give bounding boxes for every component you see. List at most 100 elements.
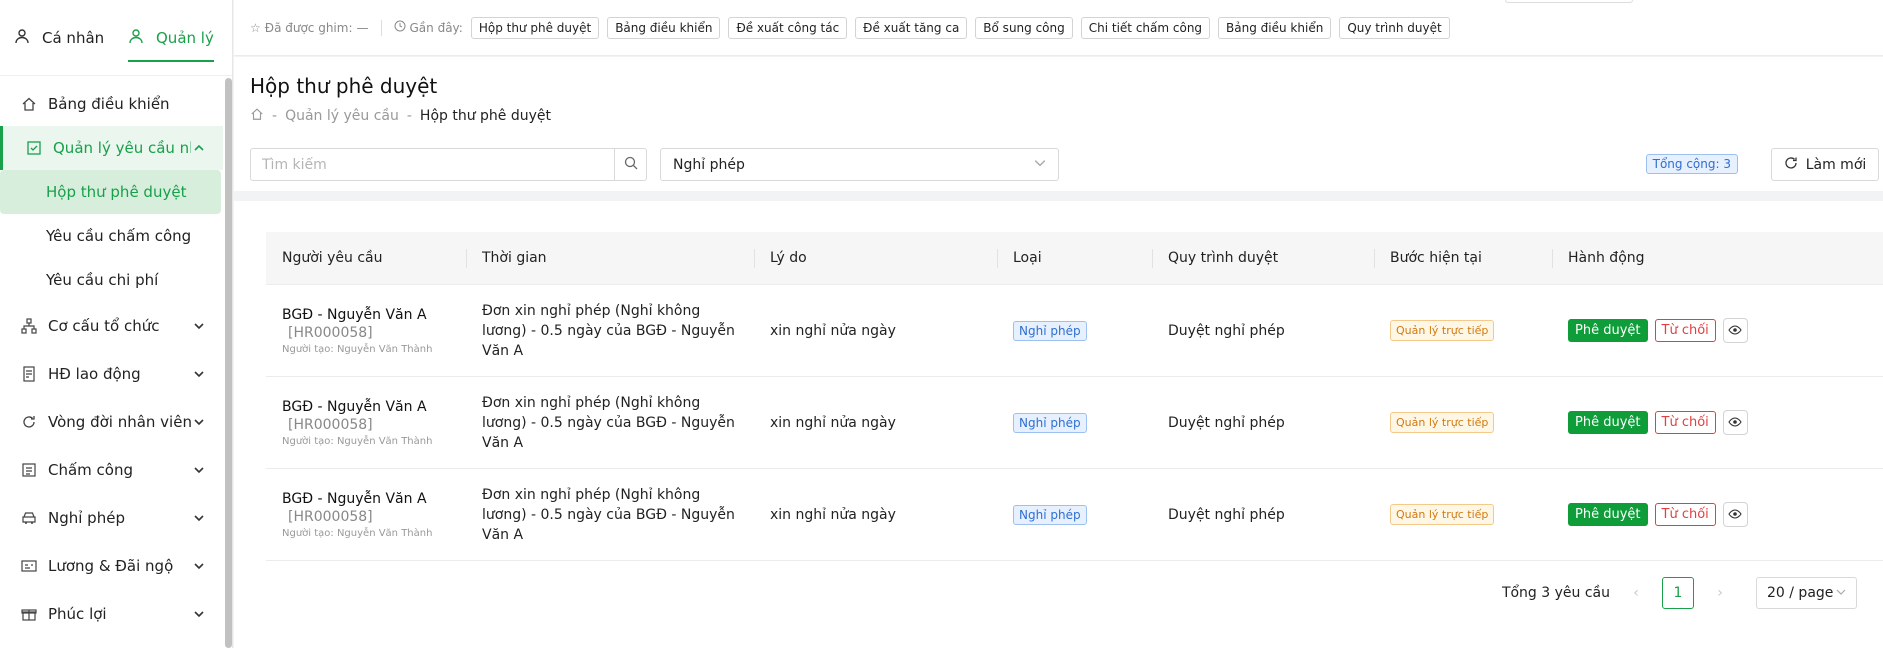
recent-chip[interactable]: Đề xuất công tác [728, 16, 848, 39]
view-button[interactable] [1722, 410, 1748, 435]
type-filter-select[interactable]: Nghỉ phép [660, 148, 1059, 181]
sidebar-menu: Bảng điều khiển Quản lý yêu cầu nh... Hộ… [0, 76, 223, 638]
breadcrumb-current: Hộp thư phê duyệt [419, 108, 552, 124]
recent-chip[interactable]: Chi tiết chấm công [1080, 16, 1211, 39]
sidebar-item-request-management[interactable]: Quản lý yêu cầu nh... [0, 126, 223, 170]
breadcrumb-separator: - [272, 108, 278, 124]
home-icon [20, 95, 38, 113]
flow-cell: Duyệt nghỉ phép [1168, 506, 1285, 523]
reject-button[interactable]: Từ chối [1654, 411, 1716, 434]
time-cell: Đơn xin nghỉ phép (Nghỉ không lương) - 0… [466, 301, 754, 361]
recent-section: Gần đây: [394, 20, 463, 35]
home-icon[interactable] [250, 107, 264, 125]
recent-chip[interactable]: Bảng điều khiển [1218, 16, 1332, 39]
car-icon [20, 509, 38, 527]
pinned-value: — [356, 20, 369, 35]
sidebar-item-label: Lương & Đãi ngộ [48, 557, 174, 575]
sidebar: Cá nhân Quản lý Bảng điều khiển Quản lý … [0, 0, 233, 648]
sidebar-item-timekeeping[interactable]: Chấm công [0, 446, 223, 494]
chevron-down-icon [191, 606, 207, 622]
approval-table: Người yêu cầu Thời gian Lý do Loại Quy t… [266, 232, 1883, 561]
total-count-badge: Tổng cộng: 3 [1645, 154, 1738, 174]
type-tag: Nghỉ phép [1013, 412, 1087, 433]
page-header: Hộp thư phê duyệt - Quản lý yêu cầu - Hộ… [234, 57, 1883, 191]
column-header: Người yêu cầu [282, 250, 383, 266]
sidebar-item-org-structure[interactable]: Cơ cấu tổ chức [0, 302, 223, 350]
chevron-down-icon [191, 366, 207, 382]
reject-button[interactable]: Từ chối [1654, 503, 1716, 526]
search-button[interactable] [614, 149, 646, 180]
page-number[interactable]: 1 [1662, 577, 1694, 609]
step-tag: Quản lý trực tiếp [1390, 412, 1495, 433]
page-size-select[interactable]: 20 / page [1756, 577, 1857, 609]
sidebar-item-leave[interactable]: Nghỉ phép [0, 494, 223, 542]
chevron-down-icon [1034, 157, 1046, 173]
sidebar-item-label: Bảng điều khiển [48, 95, 170, 113]
breadcrumb-item[interactable]: Quản lý yêu cầu [285, 108, 399, 124]
table-row: BGĐ - Nguyễn Văn A [HR000058] Người tạo:… [266, 377, 1883, 469]
recent-chip[interactable]: Bảng điều khiển [607, 16, 721, 39]
recent-chip[interactable]: Đề xuất tăng ca [855, 16, 968, 39]
sidebar-scrollbar[interactable] [225, 78, 232, 648]
pinned-section: ☆ Đã được ghim: — [250, 21, 369, 35]
sidebar-item-timesheet-request[interactable]: Yêu cầu chấm công [0, 214, 223, 258]
view-button[interactable] [1722, 318, 1748, 343]
column-header: Hành động [1552, 232, 1883, 284]
column-header: Quy trình duyệt [1152, 232, 1374, 284]
tab-personal[interactable]: Cá nhân [14, 0, 128, 76]
sidebar-item-employee-lifecycle[interactable]: Vòng đời nhân viên [0, 398, 223, 446]
step-tag: Quản lý trực tiếp [1390, 504, 1495, 525]
search-icon [624, 156, 638, 174]
sidebar-item-benefits[interactable]: Phúc lợi [0, 590, 223, 638]
step-cell: Quản lý trực tiếp [1374, 504, 1552, 525]
approve-button[interactable]: Phê duyệt [1568, 319, 1648, 342]
view-button[interactable] [1722, 502, 1748, 527]
quick-access-bar: ☆ Đã được ghim: — Gần đây: Hộp thư phê d… [234, 0, 1883, 56]
pagination: Tổng 3 yêu cầu ‹ 1 › 20 / page [1502, 577, 1857, 609]
sidebar-item-label: HĐ lao động [48, 365, 141, 383]
prev-page-button[interactable]: ‹ [1624, 585, 1648, 601]
refresh-button[interactable]: Làm mới [1771, 148, 1879, 181]
next-page-button[interactable]: › [1708, 585, 1732, 601]
step-tag: Quản lý trực tiếp [1390, 320, 1495, 341]
sidebar-item-approval-inbox[interactable]: Hộp thư phê duyệt [0, 170, 221, 214]
sidebar-item-payroll[interactable]: Lương & Đãi ngộ [0, 542, 223, 590]
sidebar-item-label: Chấm công [48, 461, 134, 479]
page-size-value: 20 / page [1767, 585, 1834, 601]
recent-chip[interactable]: Hộp thư phê duyệt [470, 16, 600, 39]
refresh-label: Làm mới [1805, 156, 1867, 173]
reason-cell: xin nghỉ nửa ngày [770, 322, 896, 339]
recent-chip[interactable]: Quy trình duyệt [1339, 16, 1450, 39]
sidebar-item-label: Yêu cầu chấm công [46, 227, 192, 245]
sidebar-item-labor-contract[interactable]: HĐ lao động [0, 350, 223, 398]
sidebar-tabs: Cá nhân Quản lý [0, 0, 232, 76]
search-input[interactable] [251, 149, 614, 180]
recent-label: Gần đây: [409, 20, 463, 35]
sidebar-item-dashboard[interactable]: Bảng điều khiển [0, 82, 223, 126]
sidebar-item-expense-request[interactable]: Yêu cầu chi phí [0, 258, 223, 302]
type-cell: Nghỉ phép [997, 504, 1152, 525]
chevron-right-icon: › [1717, 585, 1723, 601]
chevron-down-icon [191, 510, 207, 526]
requester-code: [HR000058] [288, 416, 373, 433]
requester-cell: BGĐ - Nguyễn Văn A [HR000058] Người tạo:… [266, 399, 466, 447]
reject-button[interactable]: Từ chối [1654, 319, 1716, 342]
requester-code: [HR000058] [288, 324, 373, 341]
sidebar-item-label: Vòng đời nhân viên [48, 413, 191, 431]
approve-button[interactable]: Phê duyệt [1568, 411, 1648, 434]
step-cell: Quản lý trực tiếp [1374, 412, 1552, 433]
type-tag: Nghỉ phép [1013, 320, 1087, 341]
type-cell: Nghỉ phép [997, 412, 1152, 433]
sidebar-item-label: Hộp thư phê duyệt [46, 183, 187, 201]
step-cell: Quản lý trực tiếp [1374, 320, 1552, 341]
column-header: Loại [997, 232, 1152, 284]
tab-manage-label: Quản lý [156, 28, 214, 47]
tab-manage[interactable]: Quản lý [128, 0, 214, 76]
approve-button[interactable]: Phê duyệt [1568, 503, 1648, 526]
user-icon [14, 28, 30, 48]
actions-cell: Phê duyệt Từ chối [1552, 502, 1883, 527]
chevron-left-icon: ‹ [1633, 585, 1639, 601]
recent-chip[interactable]: Bổ sung công [975, 16, 1073, 39]
user-icon [128, 28, 144, 48]
reason-cell: xin nghỉ nửa ngày [770, 414, 896, 431]
